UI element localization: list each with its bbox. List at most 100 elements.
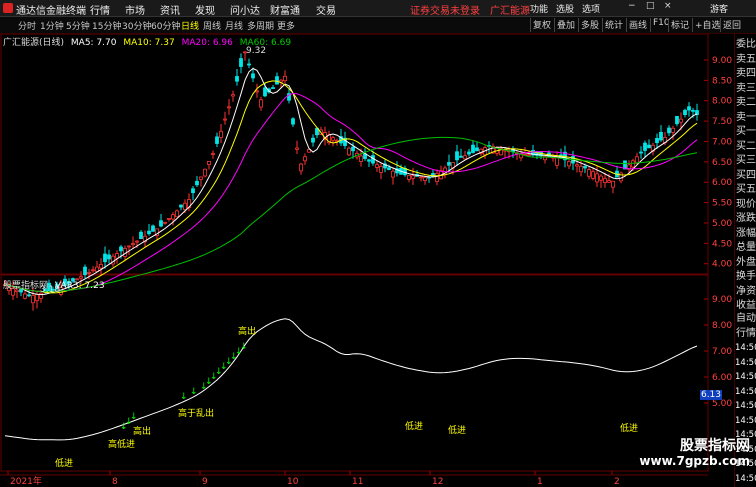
var3-line	[4, 318, 698, 441]
date-axis-label: 11	[352, 477, 363, 487]
quote-label: 外盘	[736, 256, 756, 268]
ind-axis-label: 7.00	[712, 347, 732, 357]
minimize-button[interactable]: −	[628, 1, 636, 11]
candle-body	[411, 175, 415, 179]
candle-body	[631, 160, 635, 168]
candle-body	[639, 151, 643, 154]
chart-area[interactable]: 9.00 8.50 8.00 7.50 7.00 6.50 6.00 5.50 5.00 4.50…	[0, 34, 756, 487]
biaoji-button[interactable]: 标记	[668, 18, 691, 32]
menu-xuanxiang[interactable]: 选项	[582, 2, 600, 15]
signal-arrow-icon: ↓	[190, 387, 198, 397]
menu-shichang[interactable]: 市场	[125, 2, 145, 17]
candle-body	[215, 136, 219, 144]
watermark: 股票指标网 www.7gpzb.com	[639, 439, 750, 469]
diejia-button[interactable]: 叠加	[554, 18, 577, 32]
tf-15min[interactable]: 15分钟	[92, 19, 121, 32]
panel-tab[interactable]: 行情	[735, 327, 756, 342]
candle-body	[587, 169, 591, 177]
menu-xuangu[interactable]: 选股	[556, 2, 574, 15]
date-axis-label: 2021年	[10, 475, 42, 487]
candle-body	[139, 231, 143, 240]
candle-body	[211, 153, 215, 155]
candle-body	[239, 58, 243, 67]
menu-faxian[interactable]: 发现	[195, 2, 215, 17]
close-button[interactable]: ×	[664, 1, 672, 11]
candle-body	[359, 155, 363, 162]
candle-body	[227, 106, 231, 109]
candle-body	[203, 168, 207, 177]
ma60-line	[4, 136, 698, 292]
login-notice[interactable]: 证券交易未登录	[410, 2, 480, 17]
tf-fenshi[interactable]: 分时	[18, 19, 36, 32]
candle-body	[171, 214, 175, 220]
candle-body	[683, 109, 687, 115]
menu-zixun[interactable]: 资讯	[160, 2, 180, 17]
back-button[interactable]: 返回	[720, 18, 743, 32]
candle-body	[583, 166, 587, 169]
panel-tab[interactable]: 自动	[735, 312, 756, 327]
ma20-label: MA20: 6.96	[181, 38, 233, 48]
tf-30min[interactable]: 30分钟	[122, 19, 151, 32]
menu-caifutong[interactable]: 财富通	[270, 2, 300, 17]
signal-label: 高于乱出	[178, 407, 214, 419]
signal-label: 高低进	[108, 438, 135, 450]
quote-label: 委比	[736, 39, 756, 50]
add-favorite-button[interactable]: +自选	[692, 18, 723, 32]
menu-jiaoyi[interactable]: 交易	[316, 2, 336, 17]
high-annotation: 9.32	[246, 46, 267, 56]
quote-label: 买四	[736, 169, 756, 181]
candle-body	[423, 177, 427, 181]
candle-body	[655, 138, 659, 144]
main-axis-label: 6.50	[712, 158, 732, 168]
maximize-button[interactable]: □	[646, 1, 655, 11]
fuquan-button[interactable]: 复权	[530, 18, 553, 32]
guest-label[interactable]: 游客	[710, 2, 728, 15]
menu-gongneng[interactable]: 功能	[530, 2, 548, 15]
candle-body	[255, 90, 259, 93]
quote-label: 买三	[736, 155, 756, 166]
watermark-url: www.7gpzb.com	[639, 454, 750, 468]
candle-body	[103, 253, 107, 263]
duogu-button[interactable]: 多股	[578, 18, 601, 32]
date-axis-label: 12	[432, 477, 443, 487]
period-bar: 分时 1分钟 5分钟 15分钟 30分钟 60分钟 日线 周线 月线 多周期 更…	[0, 17, 756, 34]
tongji-button[interactable]: 统计	[602, 18, 625, 32]
candle-body	[207, 160, 211, 165]
candle-body	[579, 165, 583, 173]
tf-60min[interactable]: 60分钟	[151, 19, 180, 32]
tf-more[interactable]: 更多	[277, 19, 295, 32]
candle-body	[303, 156, 307, 162]
tf-monthly[interactable]: 月线	[225, 19, 243, 32]
date-axis-label: 1	[537, 477, 543, 487]
tf-1min[interactable]: 1分钟	[40, 19, 64, 32]
tf-daily[interactable]: 日线	[181, 19, 199, 32]
candle-body	[163, 221, 167, 224]
main-axis-label: 7.50	[712, 117, 732, 127]
signal-arrow-icon: ↓	[180, 392, 188, 402]
tf-multi[interactable]: 多周期	[247, 19, 274, 32]
candle-body	[603, 177, 607, 183]
candle-body	[231, 94, 235, 97]
candle-body	[275, 76, 279, 85]
candle-body	[351, 146, 355, 152]
signal-label: 高出	[133, 425, 151, 437]
candle-body	[387, 167, 391, 170]
candle-body	[107, 254, 111, 260]
tf-weekly[interactable]: 周线	[203, 19, 221, 32]
tick-time: 14:50	[735, 401, 756, 411]
menu-hangqing[interactable]: 行情	[90, 2, 110, 17]
huaxian-button[interactable]: 画线	[626, 18, 649, 32]
candle-body	[167, 218, 171, 220]
candle-body	[527, 154, 531, 157]
date-axis-label: 2	[614, 477, 620, 487]
main-pane-frame	[0, 34, 709, 275]
candle-body	[379, 165, 383, 173]
menu-wenxiaoda[interactable]: 问小达	[230, 2, 260, 17]
candle-body	[195, 180, 199, 186]
ind-axis-label: 8.00	[712, 321, 732, 331]
quote-label: 买二	[736, 140, 756, 152]
candle-body	[271, 87, 275, 89]
candle-body	[175, 210, 179, 218]
candle-body	[347, 147, 351, 156]
tf-5min[interactable]: 5分钟	[66, 19, 90, 32]
